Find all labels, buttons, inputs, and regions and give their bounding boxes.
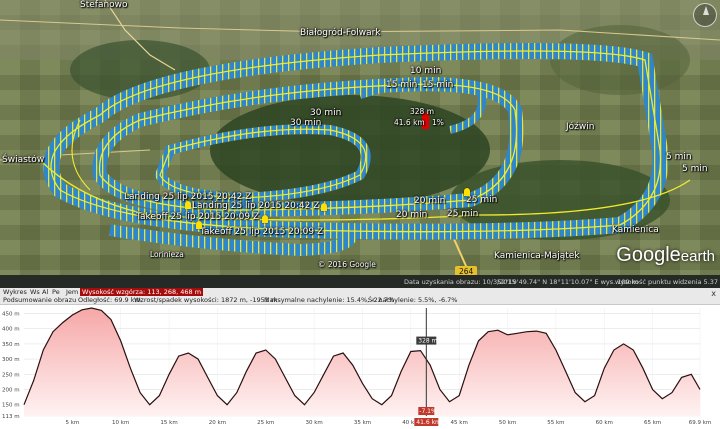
cursor-percent: 1%	[432, 118, 444, 127]
x-tick-label: 15 km	[160, 420, 177, 426]
pe-button[interactable]: Pe	[52, 288, 60, 296]
time-marker: 25 min	[466, 195, 498, 205]
cursor-distance: 41.6 km	[394, 118, 425, 127]
takeoff-pin-icon[interactable]	[196, 221, 202, 229]
x-tick-label: 65 km	[644, 420, 661, 426]
eye-altitude: wysokość punktu widzenia 5.37 km	[615, 278, 720, 286]
time-marker: 5 min	[682, 164, 708, 174]
y-tick-label: 350 m	[2, 342, 20, 348]
range-highlight: Wysokość wzgórza: 113, 268, 468 m	[80, 288, 204, 296]
al-button[interactable]: Al	[42, 288, 48, 296]
x-tick-label: 20 km	[209, 420, 226, 426]
copyright: © 2016 Google	[318, 260, 376, 269]
x-tick-label: 30 km	[305, 420, 322, 426]
y-tick-label: 250 m	[2, 372, 20, 378]
x-tick-label: 55 km	[547, 420, 564, 426]
x-tick-label: 69.9 km	[689, 420, 712, 426]
place-label: Jóźwin	[566, 122, 595, 132]
landing-pin-icon[interactable]	[185, 201, 191, 209]
all-button[interactable]: Ws	[30, 288, 40, 296]
x-tick-label: 35 km	[354, 420, 371, 426]
forest	[210, 95, 490, 205]
waypoint-pin-icon[interactable]	[464, 188, 470, 196]
avg-slope-stat: Śr. nachylenie: 5.5%, -6.7%	[368, 296, 458, 304]
elevation-toolbar: Wykres Ws Al Pe Jem Wysokość wzgórza: 11…	[0, 288, 720, 305]
gain-loss-stat: Wzrost/spadek wysokości: 1872 m, -1951 m	[134, 296, 278, 304]
place-label: Lorinieza	[150, 250, 184, 259]
x-tick-label: 25 km	[257, 420, 274, 426]
x-tick-label: 10 km	[112, 420, 129, 426]
time-marker: 15 min	[386, 80, 418, 90]
y-tick-label: 400 m	[2, 327, 20, 333]
cursor-alt-label: 328 m	[418, 338, 437, 345]
elevation-area	[24, 308, 700, 416]
cursor-dist-label: 41.6 km	[416, 419, 441, 426]
y-tick-label: 450 m	[2, 311, 20, 317]
y-tick-label: 150 m	[2, 403, 20, 409]
google-earth-logo: Googleearth	[616, 244, 715, 266]
time-marker: 25 min	[447, 209, 479, 219]
map-view[interactable]: Stefanowo Białogród-Folwark Świastów Jóź…	[0, 0, 720, 275]
time-marker: 20 min	[414, 196, 446, 206]
time-marker: 5 min	[666, 152, 692, 162]
place-label: Białogród-Folwark	[300, 28, 381, 38]
place-label: Kamienica-Majątek	[494, 251, 580, 261]
time-marker: 10 min	[410, 66, 442, 76]
time-marker: 20 min	[396, 210, 428, 220]
elevation-chart[interactable]: 450 m 400 m 350 m 300 m 250 m 200 m 150 m 113 m…	[0, 304, 720, 429]
time-marker: 30 min	[290, 118, 322, 128]
landing-label: Landing 25 lip 2015 20:42 Z	[192, 201, 320, 211]
status-bar: Data uzyskania obrazu: 10/3/2015 52°19'4…	[0, 275, 720, 288]
takeoff-pin-icon[interactable]	[262, 215, 268, 223]
y-tick-label: 113 m	[2, 414, 20, 420]
y-tick-label: 300 m	[2, 357, 20, 363]
time-marker: 15 min	[422, 80, 454, 90]
place-label: Stefanowo	[80, 0, 128, 10]
profile-label[interactable]: Wykres	[3, 288, 27, 296]
units-label[interactable]: Jem	[66, 288, 78, 296]
x-tick-label: 45 km	[451, 420, 468, 426]
x-tick-label: 60 km	[596, 420, 613, 426]
x-tick-label: 5 km	[65, 420, 79, 426]
time-marker: 30 min	[310, 108, 342, 118]
compass-icon[interactable]	[693, 3, 717, 27]
takeoff-label: Takeoff 25 lip 2015 20:09 Z	[200, 227, 324, 237]
road-number: 264	[459, 267, 474, 275]
elevation-profile-panel: Wykres Ws Al Pe Jem Wysokość wzgórza: 11…	[0, 288, 720, 429]
summary-label: Podsumowanie obrazu	[3, 296, 77, 304]
place-label: Kamienica	[612, 225, 659, 235]
cursor-altitude: 328 m	[410, 107, 435, 116]
place-label: Świastów	[2, 155, 45, 165]
distance-stat: Odległość: 69.9 km	[78, 296, 141, 304]
cursor-slope-label: -7.1%	[419, 408, 437, 415]
y-tick-label: 200 m	[2, 388, 20, 394]
x-tick-label: 50 km	[499, 420, 516, 426]
landing-pin-icon[interactable]	[321, 203, 327, 211]
